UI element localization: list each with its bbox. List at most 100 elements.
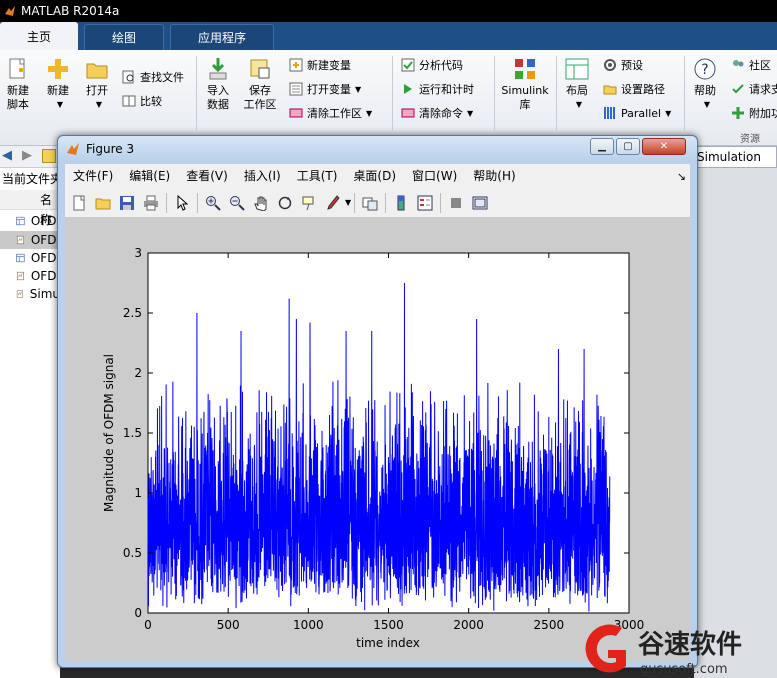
- name-column-header[interactable]: 名称: [0, 190, 60, 227]
- clear-workspace-button[interactable]: 清除工作区 ▼: [289, 104, 372, 122]
- maximize-button[interactable]: ▢: [616, 138, 640, 155]
- menu-file[interactable]: 文件(F): [65, 165, 121, 187]
- forward-arrow-icon[interactable]: ▶: [22, 148, 32, 163]
- preferences-button[interactable]: 预设: [603, 56, 643, 74]
- colorbar-icon[interactable]: [391, 193, 411, 213]
- menu-view[interactable]: 查看(V): [178, 165, 236, 187]
- menu-insert[interactable]: 插入(I): [236, 165, 289, 187]
- x-axis-label: time index: [356, 636, 420, 650]
- rotate-3d-icon[interactable]: [275, 193, 295, 213]
- compare-label: 比较: [140, 95, 162, 108]
- menu-tools[interactable]: 工具(T): [289, 165, 346, 187]
- file-row[interactable]: OFDI: [0, 212, 60, 230]
- set-path-button[interactable]: 设置路径: [603, 80, 665, 98]
- y-tick-label: 2.5: [123, 306, 142, 320]
- import-data-button[interactable]: 导入 数据: [202, 56, 234, 112]
- run-and-time-button[interactable]: 运行和计时: [401, 80, 474, 98]
- help-button[interactable]: ? 帮助 ▼: [690, 56, 720, 112]
- help-label: 帮助: [694, 84, 716, 97]
- set-path-icon: [603, 85, 617, 95]
- parallel-icon: [604, 107, 615, 119]
- figure-window: Figure 3 ▁ ▢ ✕ 文件(F) 编辑(E) 查看(V) 插入(I) 工…: [57, 135, 698, 668]
- menu-desktop[interactable]: 桌面(D): [345, 165, 404, 187]
- zoom-out-icon[interactable]: [227, 193, 247, 213]
- legend-icon[interactable]: [415, 193, 435, 213]
- file-row[interactable]: Simu: [0, 285, 60, 303]
- support-icon: [732, 84, 744, 94]
- show-plot-tools-icon[interactable]: [470, 193, 490, 213]
- zoom-in-icon[interactable]: [203, 193, 223, 213]
- clear-commands-icon: [401, 108, 415, 118]
- plus-icon: [732, 107, 744, 119]
- y-tick-label: 0: [134, 606, 142, 620]
- community-button[interactable]: 社区: [731, 56, 771, 74]
- request-support-button[interactable]: 请求支: [731, 80, 777, 98]
- folder-icon[interactable]: [42, 149, 56, 163]
- simulink-icon: [515, 59, 535, 79]
- tab-apps[interactable]: 应用程序: [170, 24, 274, 50]
- brush-dropdown-icon[interactable]: ▼: [345, 198, 351, 207]
- addons-label: 附加功: [749, 107, 777, 120]
- close-button[interactable]: ✕: [642, 138, 686, 155]
- m-file-icon: [16, 271, 24, 281]
- ribbon-separator: [392, 56, 393, 130]
- new-figure-icon[interactable]: [69, 193, 89, 213]
- open-variable-icon: [289, 82, 303, 96]
- new-variable-button[interactable]: 新建变量: [289, 56, 351, 74]
- tab-plots-label: 绘图: [111, 31, 136, 45]
- menu-edit[interactable]: 编辑(E): [121, 165, 178, 187]
- pointer-icon[interactable]: [172, 193, 192, 213]
- new-button[interactable]: 新建 ▼: [42, 56, 74, 112]
- simulink-library-button[interactable]: Simulink 库: [500, 56, 550, 112]
- resources-group-label: 资源: [740, 133, 760, 145]
- save-workspace-button[interactable]: 保存 工作区: [242, 56, 278, 112]
- find-files-button[interactable]: 查找文件: [122, 68, 184, 86]
- pan-hand-icon[interactable]: [251, 193, 271, 213]
- data-cursor-icon[interactable]: [299, 193, 319, 213]
- new-label: 新建: [47, 84, 69, 97]
- file-row[interactable]: OFDI: [0, 231, 60, 249]
- find-files-label: 查找文件: [140, 71, 184, 84]
- x-tick-label: 1000: [293, 618, 324, 632]
- x-tick-label: 2000: [453, 618, 484, 632]
- new-script-icon: [9, 58, 25, 79]
- save-workspace-label: 保存 工作区: [243, 84, 277, 111]
- menu-window[interactable]: 窗口(W): [404, 165, 465, 187]
- open-variable-button[interactable]: 打开变量 ▼: [289, 80, 361, 98]
- clear-commands-button[interactable]: 清除命令 ▼: [401, 104, 473, 122]
- file-name: Simu: [29, 287, 60, 301]
- brush-icon[interactable]: [323, 193, 343, 213]
- m-file-icon: [16, 290, 23, 298]
- new-script-button[interactable]: 新建 脚本: [4, 56, 32, 112]
- tab-apps-label: 应用程序: [197, 31, 246, 45]
- dock-arrow-icon[interactable]: ↘: [677, 170, 686, 183]
- m-file-icon: [16, 235, 24, 245]
- tab-home[interactable]: 主页: [0, 22, 78, 50]
- simulation-field[interactable]: Simulation: [694, 146, 777, 168]
- back-arrow-icon[interactable]: ◀: [2, 148, 12, 163]
- file-row[interactable]: OFDI: [0, 267, 60, 285]
- addons-button[interactable]: 附加功: [731, 104, 777, 122]
- toolbar-separator: [197, 192, 198, 213]
- clear-commands-label: 清除命令: [419, 107, 463, 120]
- hide-plot-tools-icon[interactable]: [446, 193, 466, 213]
- svg-text:?: ?: [701, 62, 708, 78]
- file-row[interactable]: OFDI: [0, 249, 60, 267]
- minimize-button[interactable]: ▁: [590, 138, 614, 155]
- ribbon-tabbar: 主页 绘图 应用程序: [0, 22, 777, 50]
- current-folder-label: 当前文件夹: [2, 172, 63, 186]
- tab-plots[interactable]: 绘图: [84, 24, 164, 50]
- print-icon[interactable]: [141, 193, 161, 213]
- file-name: OFDI: [30, 214, 60, 228]
- analyze-code-button[interactable]: 分析代码: [401, 56, 463, 74]
- layout-button[interactable]: 布局 ▼: [562, 56, 592, 112]
- toolbar-separator: [440, 192, 442, 213]
- link-plot-icon[interactable]: [360, 193, 380, 213]
- menu-help[interactable]: 帮助(H): [465, 165, 523, 187]
- open-button[interactable]: 打开 ▼: [82, 56, 112, 112]
- parallel-button[interactable]: Parallel ▼: [603, 104, 671, 122]
- compare-button[interactable]: 比较: [122, 92, 162, 110]
- open-file-icon[interactable]: [93, 193, 113, 213]
- clear-workspace-label: 清除工作区: [307, 107, 362, 120]
- save-icon[interactable]: [117, 193, 137, 213]
